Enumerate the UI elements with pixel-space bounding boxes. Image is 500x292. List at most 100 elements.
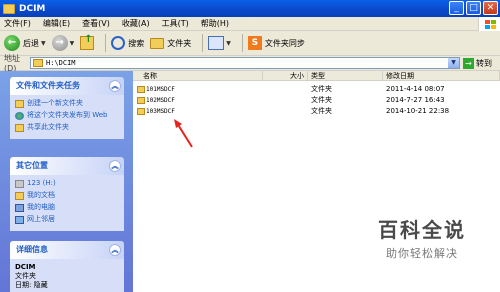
task-pane: 文件和文件夹任务 ︽ 创建一个新文件夹 将这个文件夹发布到 Web 共享此文件夹…	[0, 71, 133, 292]
globe-icon	[15, 112, 24, 120]
window-title: DCIM	[19, 3, 46, 14]
column-headers: 名称 大小 类型 修改日期	[133, 71, 500, 81]
place-drive[interactable]: 123 (H:)	[15, 179, 119, 188]
folder-icon	[33, 59, 43, 67]
task-label: 共享此文件夹	[27, 123, 69, 131]
panel-header[interactable]: 其它位置 ︽	[10, 157, 124, 175]
column-modified[interactable]: 修改日期	[383, 71, 500, 81]
place-label: 网上邻居	[27, 215, 55, 223]
place-label: 我的电脑	[27, 203, 55, 211]
menu-tools[interactable]: 工具(T)	[162, 18, 189, 29]
toolbar: ← 后退 ▼ → ▼ 搜索 文件夹 ▼ S 文件夹同步	[0, 31, 500, 56]
panel-title: 其它位置	[16, 161, 48, 170]
task-publish-web[interactable]: 将这个文件夹发布到 Web	[15, 111, 119, 120]
folders-label: 文件夹	[167, 38, 192, 48]
file-modified: 2011-4-14 08:07	[386, 85, 445, 93]
details-panel: 详细信息 ︽ DCIM 文件夹 日期: 隐藏	[10, 241, 124, 292]
panel-body: 创建一个新文件夹 将这个文件夹发布到 Web 共享此文件夹	[10, 95, 124, 139]
chevron-down-icon[interactable]: ▼	[448, 58, 459, 68]
panel-title: 详细信息	[16, 245, 48, 254]
column-type[interactable]: 类型	[308, 71, 383, 81]
network-icon	[15, 216, 24, 224]
toolbar-separator	[105, 34, 107, 52]
address-field[interactable]: H:\DCIM ▼	[30, 57, 460, 69]
file-row[interactable]: 101MSDCF 文件夹 2011-4-14 08:07	[133, 84, 500, 95]
menu-help[interactable]: 帮助(H)	[201, 18, 229, 29]
file-type: 文件夹	[311, 107, 332, 115]
go-arrow-icon: →	[463, 57, 474, 69]
back-button[interactable]: ← 后退 ▼	[4, 33, 46, 53]
task-label: 将这个文件夹发布到 Web	[27, 111, 108, 119]
folders-button[interactable]: 文件夹	[150, 33, 191, 53]
annotation-arrow-icon	[174, 119, 193, 148]
close-button[interactable]: ✕	[483, 1, 498, 15]
folder-sync-label: 文件夹同步	[264, 38, 305, 48]
toolbar-separator	[202, 34, 204, 52]
back-label: 后退	[23, 38, 39, 48]
panel-body: DCIM 文件夹 日期: 隐藏	[10, 259, 124, 292]
menu-favorites[interactable]: 收藏(A)	[122, 18, 150, 29]
folder-icon	[137, 97, 145, 104]
forward-button[interactable]: → ▼	[51, 33, 75, 53]
menu-file[interactable]: 文件(F)	[4, 18, 31, 29]
documents-icon	[15, 192, 24, 200]
chevron-down-icon[interactable]: ▼	[41, 40, 46, 47]
task-share-folder[interactable]: 共享此文件夹	[15, 123, 119, 132]
views-icon	[208, 36, 225, 50]
folder-icon	[137, 108, 145, 115]
forward-arrow-icon: →	[51, 35, 68, 51]
back-arrow-icon: ←	[4, 35, 20, 51]
file-name: 101MSDCF	[146, 86, 175, 93]
folder-icon	[3, 3, 15, 14]
other-places-panel: 其它位置 ︽ 123 (H:) 我的文档 我的电脑 网上邻居	[10, 157, 124, 231]
menu-view[interactable]: 查看(V)	[82, 18, 110, 29]
file-type: 文件夹	[311, 85, 332, 93]
chevron-down-icon[interactable]: ▼	[226, 40, 231, 47]
title-bar: DCIM _ □ ✕	[0, 0, 500, 17]
address-value: H:\DCIM	[46, 59, 76, 67]
maximize-button[interactable]: □	[466, 1, 481, 15]
task-new-folder[interactable]: 创建一个新文件夹	[15, 99, 119, 108]
search-button[interactable]: 搜索	[111, 33, 144, 53]
place-my-documents[interactable]: 我的文档	[15, 191, 119, 200]
address-bar: 地址(D) H:\DCIM ▼ → 转到	[0, 54, 500, 73]
column-name[interactable]: 名称	[133, 71, 263, 81]
window-controls: _ □ ✕	[449, 1, 498, 15]
file-name: 103MSDCF	[146, 108, 175, 115]
file-name: 102MSDCF	[146, 97, 175, 104]
file-modified: 2014-7-27 16:43	[386, 96, 445, 104]
sync-icon: S	[247, 36, 262, 50]
folder-icon	[137, 86, 145, 93]
place-network[interactable]: 网上邻居	[15, 215, 119, 224]
watermark: 百科全说 助你轻松解决	[352, 214, 492, 261]
views-button[interactable]: ▼	[208, 33, 231, 53]
detail-name: DCIM	[15, 263, 36, 271]
file-type: 文件夹	[311, 96, 332, 104]
go-button[interactable]: → 转到	[463, 57, 492, 69]
panel-header[interactable]: 文件和文件夹任务 ︽	[10, 77, 124, 95]
watermark-subtitle: 助你轻松解决	[386, 247, 458, 260]
folder-up-icon	[80, 34, 95, 50]
up-button[interactable]	[80, 33, 95, 53]
file-folder-tasks-panel: 文件和文件夹任务 ︽ 创建一个新文件夹 将这个文件夹发布到 Web 共享此文件夹	[10, 77, 124, 139]
go-label: 转到	[476, 58, 492, 68]
chevron-up-icon[interactable]: ︽	[109, 80, 121, 92]
file-row[interactable]: 102MSDCF 文件夹 2014-7-27 16:43	[133, 95, 500, 106]
address-label: 地址(D)	[4, 54, 20, 73]
chevron-up-icon[interactable]: ︽	[109, 160, 121, 172]
panel-body: 123 (H:) 我的文档 我的电脑 网上邻居	[10, 175, 124, 231]
menu-edit[interactable]: 编辑(E)	[43, 18, 70, 29]
place-my-computer[interactable]: 我的电脑	[15, 203, 119, 212]
minimize-button[interactable]: _	[449, 1, 464, 15]
computer-icon	[15, 204, 24, 212]
column-size[interactable]: 大小	[263, 71, 308, 81]
drive-icon	[15, 180, 24, 188]
chevron-down-icon[interactable]: ▼	[70, 40, 75, 47]
place-label: 我的文档	[27, 191, 55, 199]
chevron-up-icon[interactable]: ︽	[109, 244, 121, 256]
folder-sync-button[interactable]: S 文件夹同步	[247, 33, 305, 53]
panel-header[interactable]: 详细信息 ︽	[10, 241, 124, 259]
task-label: 创建一个新文件夹	[27, 99, 83, 107]
file-row[interactable]: 103MSDCF 文件夹 2014-10-21 22:38	[133, 106, 500, 117]
menu-bar: 文件(F) 编辑(E) 查看(V) 收藏(A) 工具(T) 帮助(H)	[0, 17, 500, 31]
